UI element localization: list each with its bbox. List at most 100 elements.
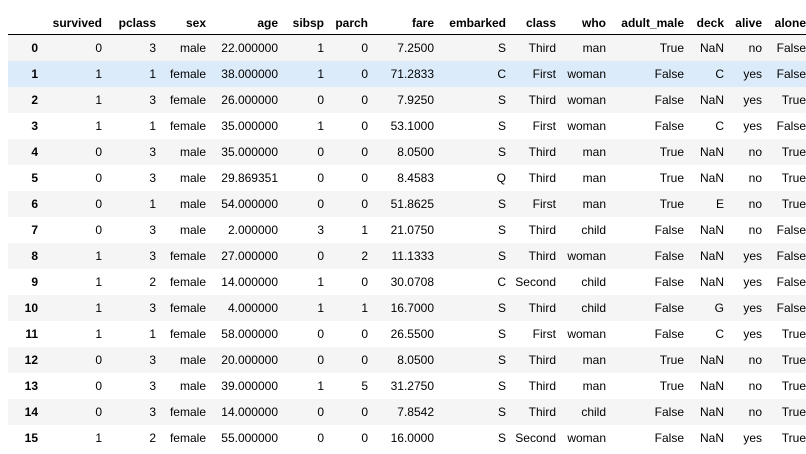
- cell-sibsp: 0: [317, 430, 324, 445]
- cell-alive: no: [748, 144, 762, 159]
- cell-alone: False: [776, 118, 806, 133]
- cell-deck: E: [715, 196, 724, 211]
- cell-sibsp: 1: [317, 300, 324, 315]
- cell-parch: 0: [361, 66, 368, 81]
- cell-parch: 0: [361, 274, 368, 289]
- table-row[interactable]: 4 0 3 male 35.000000 0 0 8.0500 S Third man True NaN…: [8, 138, 806, 165]
- column-header-sibsp: sibsp: [282, 12, 328, 35]
- cell-age: 27.000000: [221, 248, 278, 263]
- cell-deck: NaN: [699, 274, 724, 289]
- cell-fare: 31.2750: [390, 378, 434, 393]
- cell-alone: True: [781, 144, 806, 159]
- table-row[interactable]: 11 1 1 female 58.000000 0 0 26.5500 S First woman F…: [8, 320, 806, 347]
- cell-adult_male: True: [659, 378, 684, 393]
- cell-class: Second: [515, 274, 556, 289]
- cell-sex: male: [179, 222, 206, 237]
- cell-class: First: [532, 196, 556, 211]
- cell-who: woman: [567, 326, 606, 341]
- cell-deck: NaN: [699, 170, 724, 185]
- cell-fare: 30.0708: [390, 274, 434, 289]
- cell-sex: female: [169, 430, 206, 445]
- cell-embarked: S: [497, 118, 506, 133]
- table-row[interactable]: 1 1 1 female 38.000000 1 0 71.2833 C First woman Fa…: [8, 60, 806, 87]
- table-row[interactable]: 7 0 3 male 2.000000 3 1 21.0750 S Third child False…: [8, 216, 806, 243]
- cell-survived: 1: [95, 92, 102, 107]
- row-index: 0: [31, 40, 38, 55]
- row-index: 1: [31, 66, 38, 81]
- cell-adult_male: True: [659, 352, 684, 367]
- cell-adult_male: False: [654, 404, 684, 419]
- cell-fare: 16.7000: [390, 300, 434, 315]
- table-row[interactable]: 14 0 3 female 14.000000 0 0 7.8542 S Third child Fa…: [8, 398, 806, 425]
- cell-sibsp: 0: [317, 196, 324, 211]
- cell-deck: NaN: [699, 248, 724, 263]
- cell-parch: 1: [361, 300, 368, 315]
- cell-pclass: 3: [149, 404, 156, 419]
- cell-pclass: 3: [149, 378, 156, 393]
- cell-class: Third: [528, 170, 556, 185]
- cell-adult_male: False: [654, 274, 684, 289]
- table-row[interactable]: 13 0 3 male 39.000000 1 5 31.2750 S Third man True N…: [8, 372, 806, 399]
- cell-sibsp: 1: [317, 118, 324, 133]
- cell-who: woman: [567, 118, 606, 133]
- table-row[interactable]: 6 0 1 male 54.000000 0 0 51.8625 S First man True En…: [8, 190, 806, 217]
- cell-sibsp: 1: [317, 378, 324, 393]
- row-index: 12: [24, 352, 38, 367]
- cell-who: man: [582, 170, 606, 185]
- cell-age: 55.000000: [221, 430, 278, 445]
- cell-age: 54.000000: [221, 196, 278, 211]
- table-row[interactable]: 15 1 2 female 55.000000 0 0 16.0000 S Second woman…: [8, 424, 806, 451]
- cell-sibsp: 0: [317, 404, 324, 419]
- cell-parch: 0: [361, 404, 368, 419]
- table-row[interactable]: 3 1 1 female 35.000000 1 0 53.1000 S First woman Fa…: [8, 112, 806, 139]
- cell-deck: C: [715, 118, 724, 133]
- table-row[interactable]: 8 1 3 female 27.000000 0 2 11.1333 S Third woman Fa…: [8, 242, 806, 269]
- cell-who: child: [581, 274, 606, 289]
- cell-who: child: [581, 300, 606, 315]
- cell-alive: no: [748, 378, 762, 393]
- row-index: 15: [24, 430, 38, 445]
- cell-who: man: [582, 40, 606, 55]
- cell-deck: NaN: [699, 40, 724, 55]
- cell-embarked: S: [497, 326, 506, 341]
- cell-fare: 11.1333: [391, 248, 435, 263]
- cell-parch: 0: [361, 92, 368, 107]
- cell-parch: 0: [361, 326, 368, 341]
- column-header-parch: parch: [328, 12, 372, 35]
- cell-fare: 8.4583: [397, 170, 434, 185]
- column-header-who: who: [560, 12, 610, 35]
- column-header-pclass: pclass: [106, 12, 160, 35]
- table-header: survived pclass sex age sibsp parch fare embark…: [8, 12, 806, 35]
- cell-pclass: 3: [149, 222, 156, 237]
- cell-survived: 1: [95, 248, 102, 263]
- cell-sex: male: [179, 196, 206, 211]
- cell-sex: female: [169, 326, 206, 341]
- cell-deck: NaN: [699, 430, 724, 445]
- cell-alone: False: [776, 274, 806, 289]
- cell-alive: yes: [743, 92, 762, 107]
- cell-adult_male: True: [659, 196, 684, 211]
- table-row[interactable]: 0 0 3 male 22.000000 1 0 7.2500 S Third man True NaN…: [8, 34, 806, 61]
- cell-parch: 0: [361, 118, 368, 133]
- table-row[interactable]: 5 0 3 male 29.869351 0 0 8.4583 Q Third man True NaN…: [8, 164, 806, 191]
- column-header-deck: deck: [688, 12, 728, 35]
- cell-alive: no: [748, 404, 762, 419]
- cell-alone: True: [781, 196, 806, 211]
- column-header-embarked: embarked: [438, 12, 510, 35]
- cell-pclass: 2: [149, 274, 156, 289]
- table-row[interactable]: 9 1 2 female 14.000000 1 0 30.0708 C Second child F…: [8, 268, 806, 295]
- cell-embarked: S: [497, 300, 506, 315]
- cell-sibsp: 0: [317, 92, 324, 107]
- cell-adult_male: False: [654, 300, 684, 315]
- table-row[interactable]: 2 1 3 female 26.000000 0 0 7.9250 S Third woman Fal…: [8, 86, 806, 113]
- cell-class: Third: [528, 40, 556, 55]
- cell-sex: female: [169, 118, 206, 133]
- table-row[interactable]: 12 0 3 male 20.000000 0 0 8.0500 S Third man True Na…: [8, 346, 806, 373]
- table-row[interactable]: 10 1 3 female 4.000000 1 1 16.7000 S Third child Fa…: [8, 294, 806, 321]
- cell-sex: male: [179, 170, 206, 185]
- cell-alone: True: [781, 378, 806, 393]
- cell-age: 14.000000: [221, 404, 278, 419]
- cell-adult_male: False: [654, 92, 684, 107]
- cell-adult_male: False: [654, 326, 684, 341]
- cell-age: 26.000000: [221, 92, 278, 107]
